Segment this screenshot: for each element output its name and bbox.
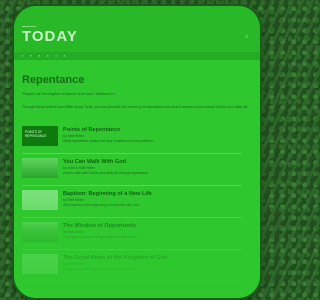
page-intro: Through these articles from Bible Study … — [22, 105, 249, 109]
article-thumbnail[interactable] — [22, 254, 58, 274]
article-author: by Staff Writer — [63, 262, 84, 266]
logo-mark-icon — [22, 20, 36, 27]
article-author: by Staff Writer — [63, 134, 84, 138]
site-header: TODAY ≡ — [14, 6, 260, 52]
article-description: Why baptism is the beginning of a new li… — [63, 203, 140, 207]
web-page: TODAY ≡ ▪ ▪ ▪ ▪ ▪ ▪ · Repentance "Repent… — [14, 6, 260, 298]
article-thumbnail[interactable] — [22, 222, 58, 242]
header-links[interactable]: ≡ — [246, 34, 248, 39]
nav-item[interactable]: ▪ — [30, 54, 31, 58]
page-title: Repentance — [22, 74, 85, 86]
page-quote: "Repent, for the kingdom of heaven is at… — [22, 92, 116, 96]
site-logo[interactable]: TODAY — [22, 28, 78, 45]
article-title[interactable]: The Window of Opportunity — [63, 223, 136, 229]
phone-frame: TODAY ≡ ▪ ▪ ▪ ▪ ▪ ▪ · Repentance "Repent… — [14, 6, 260, 298]
main-nav: ▪ ▪ ▪ ▪ ▪ ▪ — [14, 52, 260, 60]
article-description: The gospel of the kingdom and the call t… — [63, 267, 135, 271]
article-list: POINTS OF REPENTANCE Points of Repentanc… — [22, 123, 242, 283]
article-thumbnail[interactable]: POINTS OF REPENTANCE — [22, 126, 58, 146]
article-author: by Staff Writer — [63, 198, 84, 202]
article-title[interactable]: You Can Walk With God — [63, 159, 126, 165]
thumbnail-text: POINTS OF REPENTANCE — [25, 130, 47, 138]
list-item[interactable]: The Window of Opportunity by Staff Write… — [22, 219, 242, 250]
nav-item[interactable]: ▪ — [64, 54, 65, 58]
article-author: by John & Staff Writer — [63, 166, 95, 170]
article-thumbnail[interactable] — [22, 158, 58, 178]
article-description: What repentance means and why it matters… — [63, 139, 154, 143]
article-thumbnail[interactable] — [22, 190, 58, 210]
nav-item[interactable]: ▪ — [22, 54, 23, 58]
list-item[interactable]: You Can Walk With God by John & Staff Wr… — [22, 155, 242, 186]
article-title[interactable]: Baptism: Beginning of a New Life — [63, 191, 152, 197]
breadcrumb[interactable]: · — [22, 66, 23, 70]
article-description: God opens a window of opportunity for re… — [63, 235, 138, 239]
list-item[interactable]: The Good News of the Kingdom of God by S… — [22, 251, 242, 282]
article-title[interactable]: Points of Repentance — [63, 127, 120, 133]
article-title[interactable]: The Good News of the Kingdom of God — [63, 255, 167, 261]
article-description: How to walk with God in your daily life … — [63, 171, 149, 175]
list-item[interactable]: Baptism: Beginning of a New Life by Staf… — [22, 187, 242, 218]
list-item[interactable]: POINTS OF REPENTANCE Points of Repentanc… — [22, 123, 242, 154]
nav-item[interactable]: ▪ — [55, 54, 56, 58]
nav-item[interactable]: ▪ — [39, 54, 40, 58]
article-author: by Staff Writer — [63, 230, 84, 234]
nav-item[interactable]: ▪ — [47, 54, 48, 58]
